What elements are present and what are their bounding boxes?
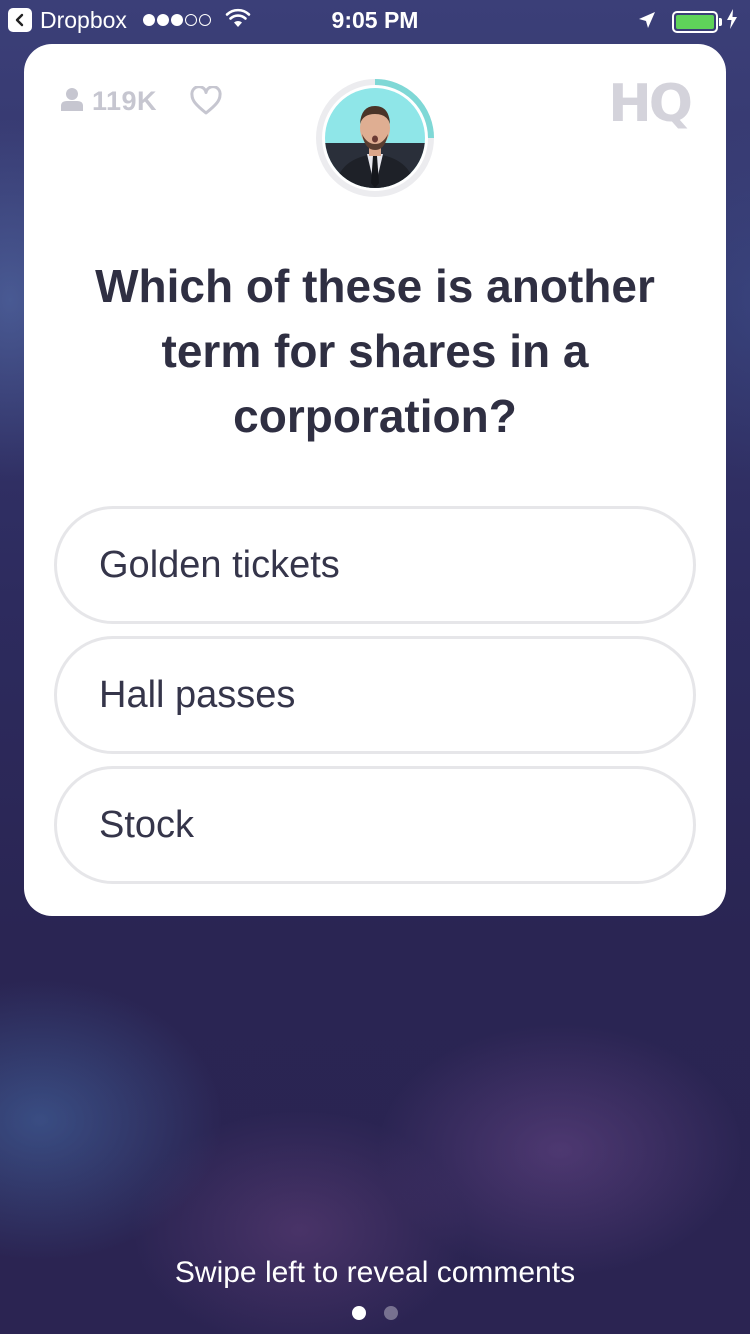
heart-icon[interactable] bbox=[190, 85, 222, 121]
answer-option-2[interactable]: Hall passes bbox=[54, 636, 696, 754]
question-card: 119K HQ Which of these is another term f… bbox=[24, 44, 726, 916]
location-arrow-icon bbox=[638, 8, 656, 35]
swipe-hint: Swipe left to reveal comments bbox=[174, 1256, 576, 1289]
battery-icon bbox=[672, 10, 722, 33]
question-text: Which of these is another term for share… bbox=[95, 260, 655, 442]
answer-list: Golden tickets Hall passes Stock bbox=[54, 506, 696, 896]
hq-logo: HQ bbox=[608, 74, 693, 134]
page-dot-2 bbox=[384, 1306, 398, 1320]
answer-option-1[interactable]: Golden tickets bbox=[54, 506, 696, 624]
viewer-count: 119K bbox=[60, 86, 157, 117]
host-avatar-timer bbox=[315, 78, 435, 198]
answer-option-3[interactable]: Stock bbox=[54, 766, 696, 884]
page-dot-1 bbox=[352, 1306, 366, 1320]
person-icon bbox=[60, 87, 84, 116]
charging-bolt-icon bbox=[726, 8, 738, 35]
viewers-count: 119K bbox=[92, 86, 158, 116]
host-avatar bbox=[325, 88, 425, 188]
page-indicator[interactable] bbox=[0, 1306, 750, 1320]
status-bar: Dropbox 9:05 PM bbox=[0, 0, 750, 40]
